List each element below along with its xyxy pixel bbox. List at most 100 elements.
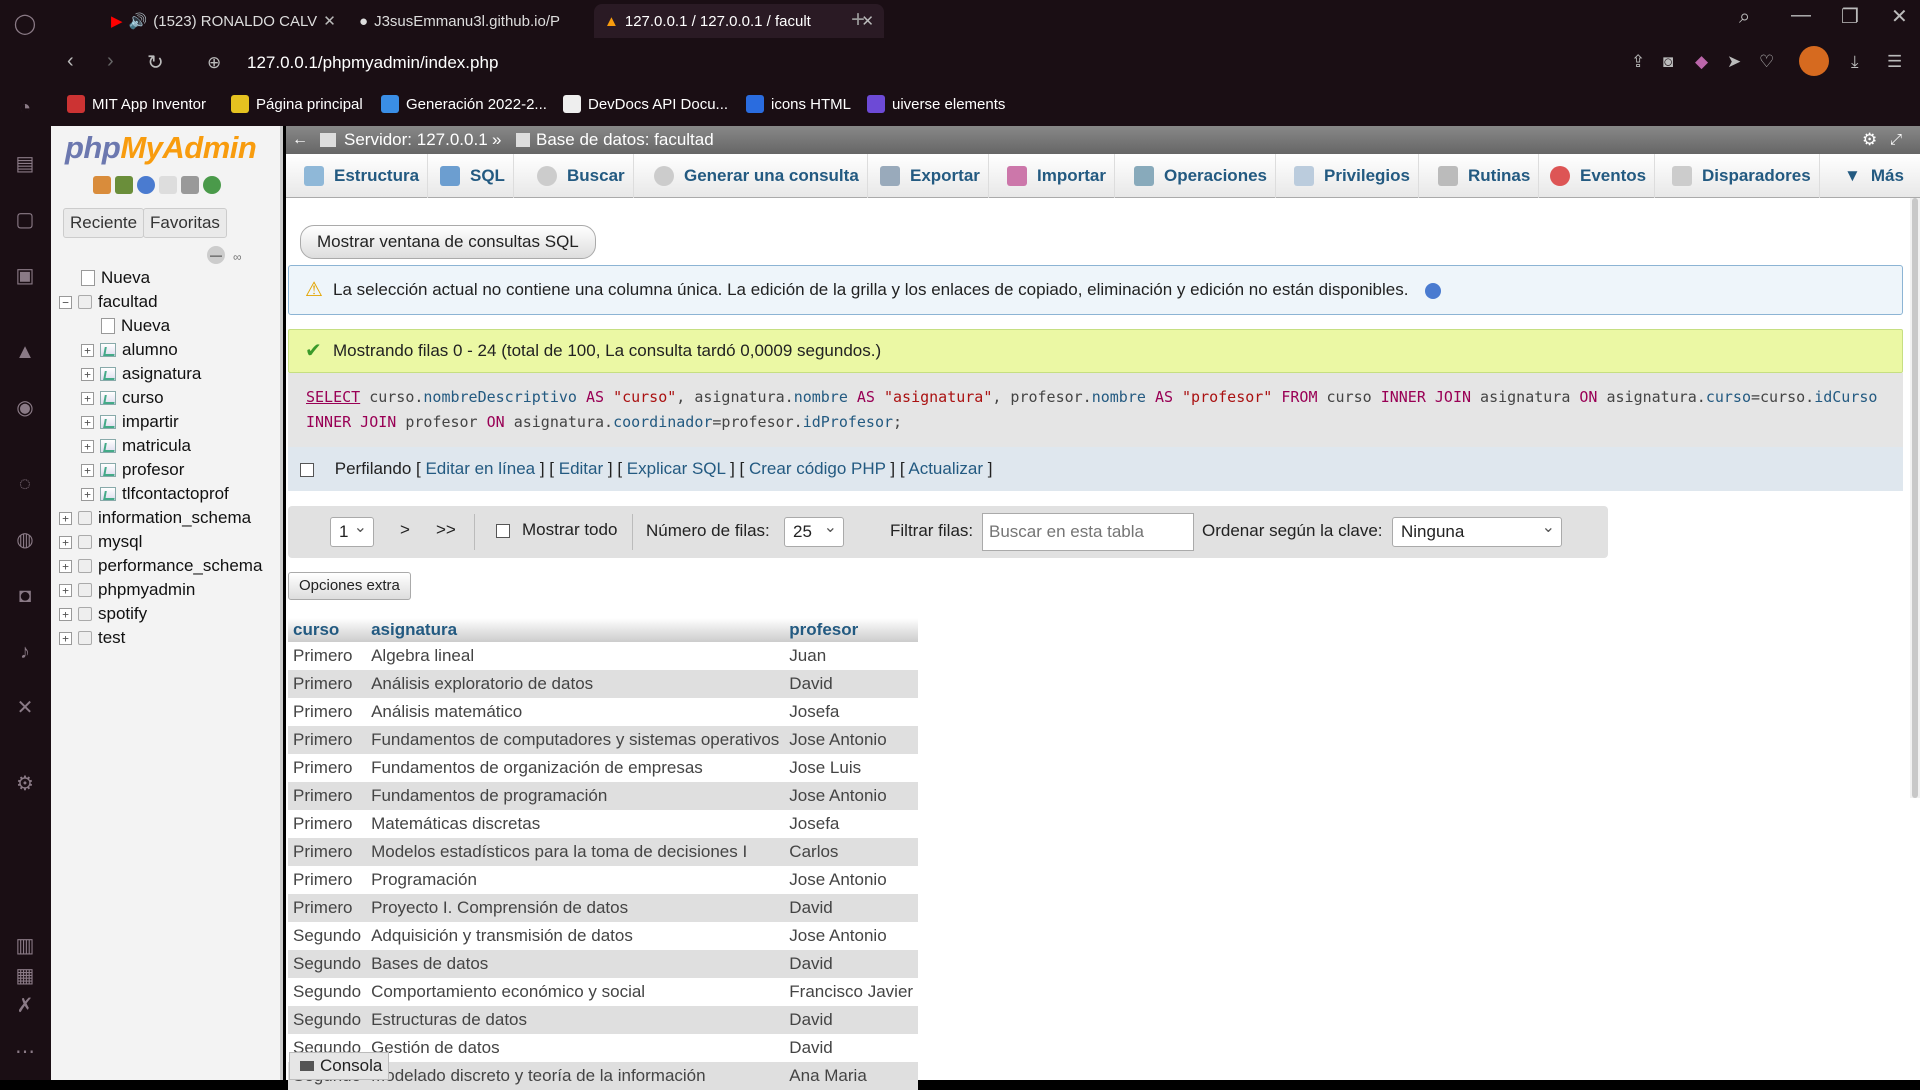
phpmyadmin-logo[interactable]: phpMyAdmin <box>65 130 257 166</box>
expand-icon[interactable]: + <box>81 415 94 429</box>
table-row[interactable]: Primero Algebra lineal Juan <box>288 642 919 670</box>
extension-icon[interactable]: ▣ <box>13 264 37 288</box>
next-page-button[interactable]: > <box>400 520 410 540</box>
page-select[interactable]: 1 <box>330 514 374 547</box>
explain-sql-link[interactable]: Explicar SQL <box>627 459 726 478</box>
window-close-icon[interactable]: ✕ <box>1891 4 1908 29</box>
search-tabs-icon[interactable]: ⌕ <box>1739 6 1750 29</box>
tab-structure[interactable]: Estructura <box>296 154 429 198</box>
breadcrumb-server[interactable]: Servidor: 127.0.0.1 <box>344 126 488 154</box>
tab-youtube[interactable]: ▶ 🔊 (1523) RONALDO CALV ✕ <box>101 4 341 38</box>
tab-events[interactable]: Eventos <box>1542 154 1656 198</box>
last-page-button[interactable]: >> <box>436 520 456 540</box>
url-field[interactable]: ⊕ 127.0.0.1/phpmyadmin/index.php <box>201 48 1601 78</box>
reload-nav-icon[interactable] <box>203 176 221 194</box>
help-icon[interactable] <box>1425 282 1442 299</box>
tab-favorites[interactable]: Favoritas <box>143 208 227 238</box>
download-icon[interactable]: ⤓ <box>1851 52 1859 72</box>
pin-icon[interactable]: ✗ <box>13 994 37 1018</box>
tree-table[interactable]: + matricula <box>81 434 191 458</box>
maximize-icon[interactable]: ❐ <box>1841 4 1859 29</box>
expand-icon[interactable]: + <box>81 391 94 405</box>
expand-icon[interactable]: + <box>81 343 94 357</box>
tab-recent[interactable]: Reciente <box>63 208 145 238</box>
tree-table[interactable]: + tlfcontactoprof <box>81 482 229 506</box>
tab-import[interactable]: Importar <box>999 154 1115 198</box>
easy-setup-icon[interactable]: ☰ <box>1887 52 1902 72</box>
expand-icon[interactable]: + <box>81 439 94 453</box>
tree-new-table[interactable]: Nueva <box>101 314 170 338</box>
column-header[interactable]: profesor <box>784 618 919 642</box>
tree-table[interactable]: + impartir <box>81 410 179 434</box>
expand-icon[interactable]: + <box>59 631 72 645</box>
downloads-icon[interactable]: ▦ <box>13 964 37 988</box>
sort-select[interactable]: Ninguna <box>1392 514 1562 547</box>
tree-db[interactable]: + performance_schema <box>59 554 262 578</box>
tab-github[interactable]: ● J3susEmmanu3l.github.io/P <box>349 4 589 38</box>
share-icon[interactable]: ⇪ <box>1631 52 1645 72</box>
filter-input[interactable] <box>982 513 1194 551</box>
table-row[interactable]: Primero Programación Jose Antonio <box>288 866 919 894</box>
logout-icon[interactable] <box>115 176 133 194</box>
tab-routines[interactable]: Rutinas <box>1430 154 1540 198</box>
edit-link[interactable]: Editar <box>559 459 603 478</box>
history-icon[interactable]: ▥ <box>13 934 37 958</box>
instagram-icon[interactable]: ◘ <box>13 584 37 608</box>
table-row[interactable]: Primero Proyecto I. Comprensión de datos D… <box>288 894 919 922</box>
extra-options-button[interactable]: Opciones extra <box>288 572 411 600</box>
avatar[interactable] <box>1799 46 1829 76</box>
tree-table[interactable]: + profesor <box>81 458 184 482</box>
table-row[interactable]: Segundo Bases de datos David <box>288 950 919 978</box>
collapse-nav-icon[interactable]: ← <box>292 126 308 154</box>
tab-export[interactable]: Exportar <box>872 154 989 198</box>
tab-query[interactable]: Generar una consulta <box>646 154 868 198</box>
bookmark[interactable]: DevDocs API Docu... <box>563 95 728 113</box>
forward-icon[interactable]: › <box>107 50 114 73</box>
scrollbar[interactable] <box>1910 198 1920 798</box>
workspace-icon[interactable]: ▤ <box>13 152 37 176</box>
help-icon[interactable] <box>137 176 155 194</box>
tree-table[interactable]: + asignatura <box>81 362 201 386</box>
expand-icon[interactable]: + <box>59 511 72 525</box>
x-icon[interactable]: ✕ <box>13 696 37 720</box>
table-row[interactable]: Segundo Comportamiento económico y social… <box>288 978 919 1006</box>
tree-new-database[interactable]: Nueva <box>81 266 150 290</box>
tab-more[interactable]: ▼ Más <box>1836 154 1912 198</box>
table-row[interactable]: Primero Matemáticas discretas Josefa <box>288 810 919 838</box>
collapse-top-icon[interactable]: ⤢ <box>1890 126 1902 154</box>
tree-db[interactable]: + mysql <box>59 530 142 554</box>
app-icon[interactable]: ◉ <box>13 396 37 420</box>
reload-icon[interactable]: ↻ <box>147 50 164 75</box>
table-row[interactable]: Segundo Adquisición y transmisión de dato… <box>288 922 919 950</box>
tiktok-icon[interactable]: ♪ <box>13 640 37 664</box>
expand-icon[interactable]: + <box>81 367 94 381</box>
tree-db-facultad[interactable]: − facultad <box>59 290 158 314</box>
bookmark[interactable]: MIT App Inventor <box>67 95 206 113</box>
profiling-checkbox[interactable] <box>300 462 314 477</box>
tree-table[interactable]: + curso <box>81 386 164 410</box>
opera-logo-icon[interactable]: ◯ <box>13 12 37 36</box>
audio-icon[interactable]: 🔊 <box>129 12 148 30</box>
whatsapp-icon[interactable]: ◍ <box>13 528 37 552</box>
heart-icon[interactable]: ♡ <box>1759 52 1774 72</box>
table-row[interactable]: Primero Fundamentos de programación Jose A… <box>288 782 919 810</box>
expand-icon[interactable]: + <box>59 583 72 597</box>
refresh-link[interactable]: Actualizar <box>908 459 983 478</box>
bookmark[interactable]: icons HTML <box>746 95 851 113</box>
tree-db[interactable]: + spotify <box>59 602 147 626</box>
more-icon[interactable]: ⋯ <box>13 1040 37 1064</box>
tab-operations[interactable]: Operaciones <box>1126 154 1276 198</box>
bookmark[interactable]: uiverse elements <box>867 95 1005 113</box>
send-icon[interactable]: ➤ <box>1727 52 1741 72</box>
edit-inline-link[interactable]: Editar en línea <box>425 459 535 478</box>
table-row[interactable]: Primero Análisis exploratorio de datos Dav… <box>288 670 919 698</box>
tab-sql[interactable]: SQL <box>432 154 514 198</box>
expand-icon[interactable]: + <box>59 535 72 549</box>
expand-icon[interactable]: + <box>81 487 94 501</box>
snapshot-icon[interactable]: ◙ <box>1663 52 1673 72</box>
table-row[interactable]: Primero Análisis matemático Josefa <box>288 698 919 726</box>
settings-gear-icon[interactable] <box>181 176 199 194</box>
column-header[interactable]: curso <box>288 618 367 642</box>
settings-gear-icon[interactable]: ⚙ <box>1862 126 1877 154</box>
collapse-all-icon[interactable]: — <box>207 246 225 264</box>
